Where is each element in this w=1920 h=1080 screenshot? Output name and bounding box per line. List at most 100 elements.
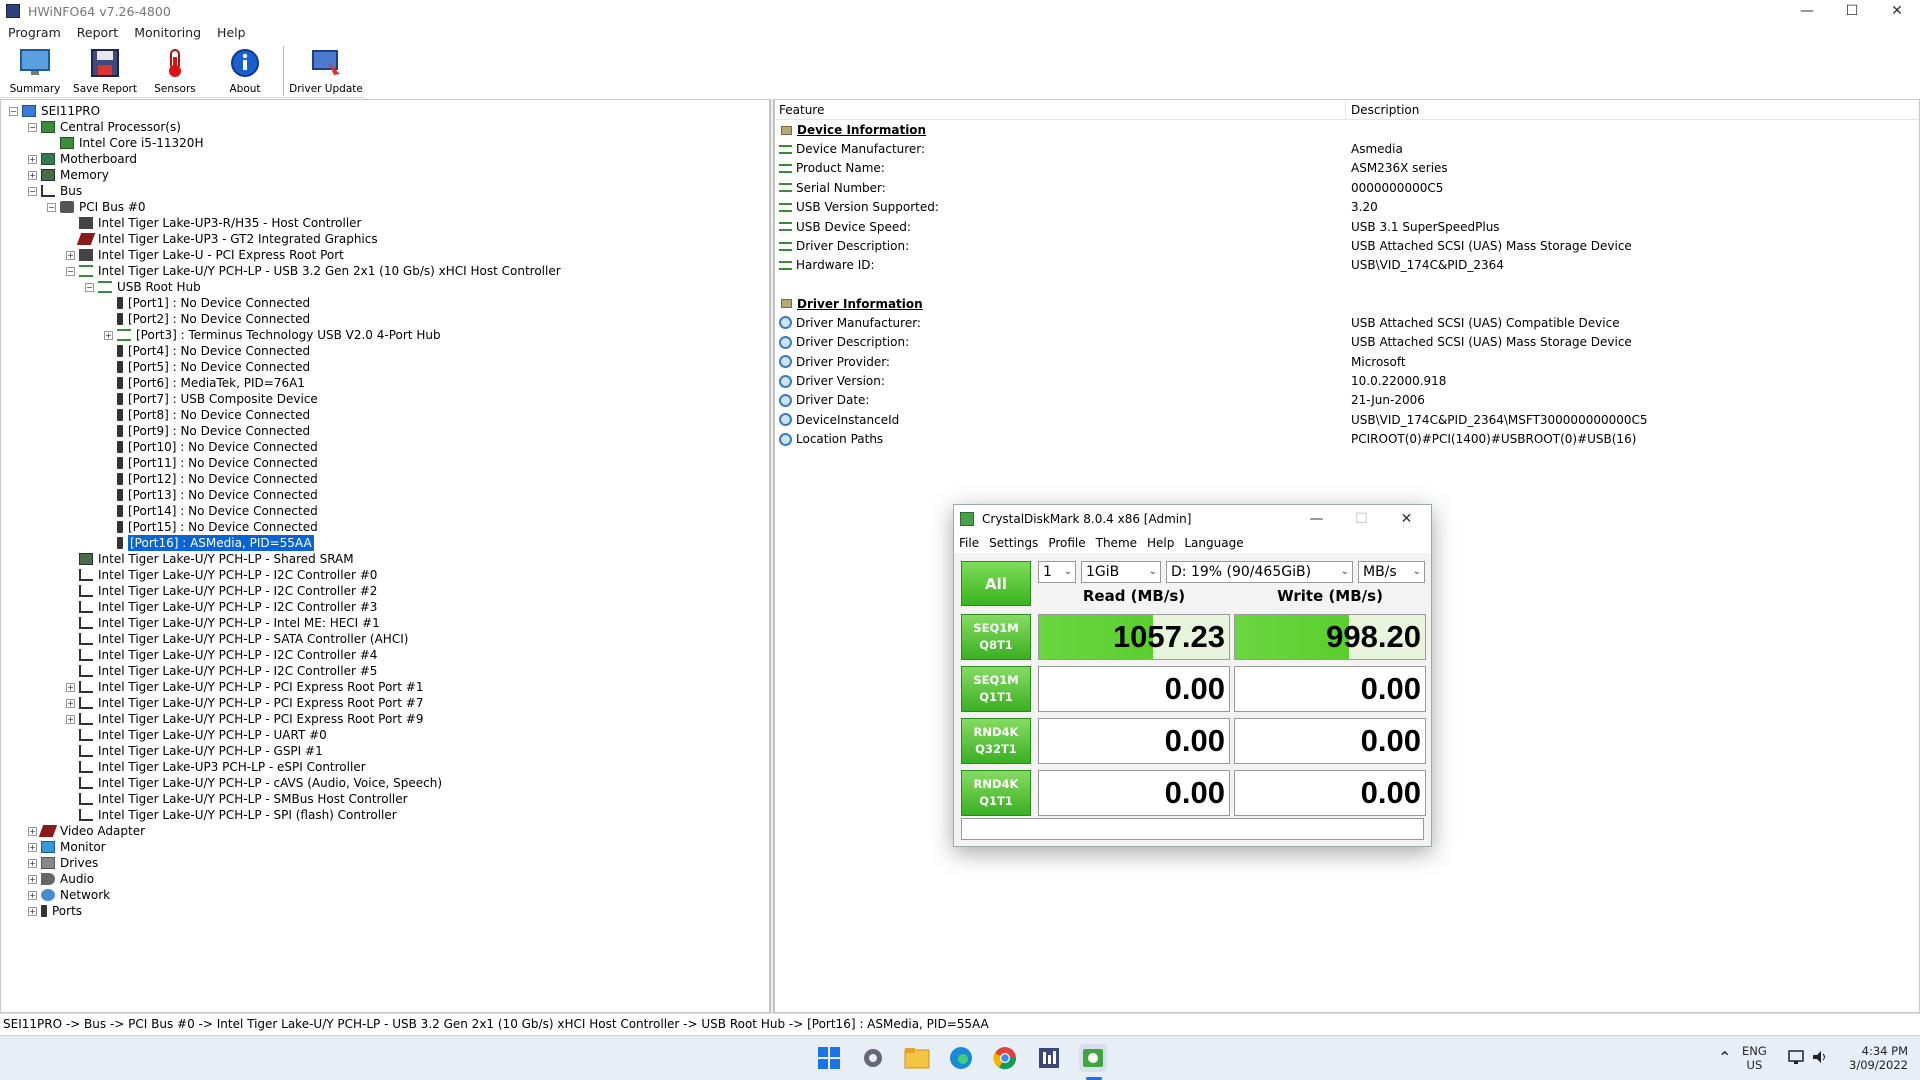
seq1m-q1t1-button[interactable]: SEQ1M Q1T1: [961, 666, 1031, 712]
speaker-icon[interactable]: [1811, 1049, 1829, 1068]
start-icon[interactable]: [815, 1044, 843, 1072]
tree-item-pch-device[interactable]: Intel Tiger Lake-U/Y PCH-LP - UART #0: [66, 727, 327, 743]
collapse-icon[interactable]: −: [85, 282, 94, 292]
chrome-browser-icon[interactable]: [991, 1044, 1019, 1072]
detail-row[interactable]: Driver Description: USB Attached SCSI (UA…: [775, 237, 1919, 255]
expand-icon[interactable]: +: [28, 826, 37, 836]
driver-update-button[interactable]: Driver Update: [287, 44, 365, 98]
expand-icon[interactable]: +: [28, 842, 37, 852]
tree-item-usb-root-hub[interactable]: − USB Root Hub: [85, 279, 201, 295]
tree-item-pci-bus[interactable]: − PCI Bus #0: [47, 199, 146, 215]
tree-item-audio[interactable]: + Audio: [28, 871, 94, 887]
detail-row[interactable]: DeviceInstanceId USB\VID_174C&PID_2364\MS…: [775, 411, 1919, 429]
tree-item-port-10[interactable]: [Port10] : No Device Connected: [104, 439, 318, 455]
close-button[interactable]: ✕: [1874, 0, 1920, 22]
drive-select[interactable]: D: 19% (90/465GiB) ⌄: [1166, 561, 1353, 583]
detail-row[interactable]: Location Paths PCIROOT(0)#PCI(1400)#USBRO…: [775, 430, 1919, 448]
cdm-maximize-button[interactable]: ☐: [1339, 505, 1384, 533]
expand-icon[interactable]: +: [66, 250, 75, 260]
detail-row[interactable]: Driver Date: 21-Jun-2006: [775, 391, 1919, 409]
rnd4k-q1t1-button[interactable]: RND4K Q1T1: [961, 770, 1031, 816]
menu-help[interactable]: Help: [209, 25, 254, 40]
all-button[interactable]: All: [961, 561, 1031, 606]
tree-item-port-11[interactable]: [Port11] : No Device Connected: [104, 455, 318, 471]
detail-row[interactable]: Serial Number: 0000000000C5: [775, 179, 1919, 197]
tree-item-port-12[interactable]: [Port12] : No Device Connected: [104, 471, 318, 487]
detail-row[interactable]: USB Device Speed: USB 3.1 SuperSpeedPlus: [775, 218, 1919, 236]
expand-icon[interactable]: +: [66, 698, 75, 708]
tree-item-pch-device[interactable]: Intel Tiger Lake-U/Y PCH-LP - I2C Contro…: [66, 663, 377, 679]
tree-item-port-1[interactable]: [Port1] : No Device Connected: [104, 295, 310, 311]
expand-icon[interactable]: +: [28, 890, 37, 900]
summary-button[interactable]: Summary: [0, 44, 70, 98]
minimize-button[interactable]: —: [1784, 0, 1830, 22]
test-size-select[interactable]: 1GiB ⌄: [1081, 561, 1161, 583]
tree-item-pch-device[interactable]: Intel Tiger Lake-U/Y PCH-LP - Shared SRA…: [66, 551, 354, 567]
tree-item-port-16[interactable]: [Port16] : ASMedia, PID=55AA: [104, 534, 315, 552]
tree-item-pch-device[interactable]: Intel Tiger Lake-U/Y PCH-LP - SPI (flash…: [66, 807, 397, 823]
tree-item-pch-device[interactable]: Intel Tiger Lake-U/Y PCH-LP - I2C Contro…: [66, 599, 377, 615]
tree-item-memory[interactable]: + Memory: [28, 167, 109, 183]
unit-select[interactable]: MB/s ⌄: [1358, 561, 1425, 583]
cdm-close-button[interactable]: ✕: [1384, 505, 1429, 533]
feature-column-header[interactable]: Feature: [779, 103, 824, 117]
detail-row[interactable]: Driver Manufacturer: USB Attached SCSI (U…: [775, 314, 1919, 332]
tree-item-pch-device[interactable]: Intel Tiger Lake-UP3 PCH-LP - eSPI Contr…: [66, 759, 366, 775]
collapse-icon[interactable]: −: [9, 106, 18, 116]
expand-icon[interactable]: +: [66, 714, 75, 724]
expand-icon[interactable]: +: [28, 858, 37, 868]
cdm-menu-file[interactable]: File: [954, 536, 984, 550]
expand-icon[interactable]: +: [28, 906, 37, 916]
test-count-select[interactable]: 1 ⌄: [1038, 561, 1076, 583]
expand-icon[interactable]: +: [28, 874, 37, 884]
tree-item-monitor[interactable]: + Monitor: [28, 839, 106, 855]
detail-row[interactable]: Driver Description: USB Attached SCSI (UA…: [775, 333, 1919, 351]
detail-row[interactable]: Product Name: ASM236X series: [775, 159, 1919, 177]
edge-browser-icon[interactable]: [947, 1044, 975, 1072]
tree-item-port-6[interactable]: [Port6] : MediaTek, PID=76A1: [104, 375, 305, 391]
cdm-minimize-button[interactable]: —: [1294, 505, 1339, 533]
tree-item-port-7[interactable]: [Port7] : USB Composite Device: [104, 391, 318, 407]
tree-item-pch-device[interactable]: + Intel Tiger Lake-U/Y PCH-LP - PCI Expre…: [66, 695, 423, 711]
tree-item-port-8[interactable]: [Port8] : No Device Connected: [104, 407, 310, 423]
about-button[interactable]: About: [210, 44, 280, 98]
tree-item-host-controller[interactable]: Intel Tiger Lake-UP3-R/H35 - Host Contro…: [66, 215, 361, 231]
tree-item-pcie-root[interactable]: + Intel Tiger Lake-U - PCI Express Root P…: [66, 247, 344, 263]
tree-item-port-14[interactable]: [Port14] : No Device Connected: [104, 503, 318, 519]
description-column-header[interactable]: Description: [1351, 103, 1419, 117]
tree-item-bus[interactable]: − Bus: [28, 183, 82, 199]
settings-gear-icon[interactable]: [859, 1044, 887, 1072]
tree-item-pch-device[interactable]: Intel Tiger Lake-U/Y PCH-LP - I2C Contro…: [66, 583, 377, 599]
sensors-button[interactable]: Sensors: [140, 44, 210, 98]
language-indicator[interactable]: ENG US: [1742, 1044, 1767, 1072]
tree-item-pch-device[interactable]: Intel Tiger Lake-U/Y PCH-LP - I2C Contro…: [66, 567, 377, 583]
tree-item-root[interactable]: − SEI11PRO: [9, 103, 100, 119]
cdm-menu-language[interactable]: Language: [1179, 536, 1248, 550]
network-icon[interactable]: [1787, 1049, 1805, 1068]
tree-item-port-9[interactable]: [Port9] : No Device Connected: [104, 423, 310, 439]
tree-item-pch-device[interactable]: Intel Tiger Lake-U/Y PCH-LP - I2C Contro…: [66, 647, 377, 663]
tree-item-pch-device[interactable]: + Intel Tiger Lake-U/Y PCH-LP - PCI Expre…: [66, 679, 423, 695]
hwinfo-taskbar-icon[interactable]: [1035, 1044, 1063, 1072]
expand-icon[interactable]: +: [28, 154, 37, 164]
tree-item-pch-device[interactable]: Intel Tiger Lake-U/Y PCH-LP - SMBus Host…: [66, 791, 408, 807]
crystaldiskmark-taskbar-icon[interactable]: [1079, 1044, 1107, 1072]
chevron-up-icon[interactable]: ⌃: [1718, 1048, 1731, 1067]
expand-icon[interactable]: +: [104, 330, 113, 340]
menu-report[interactable]: Report: [69, 25, 126, 40]
detail-row[interactable]: USB Version Supported: 3.20: [775, 198, 1919, 216]
tree-item-network[interactable]: + Network: [28, 887, 110, 903]
tree-item-cpu-group[interactable]: − Central Processor(s): [28, 119, 181, 135]
save-report-button[interactable]: Save Report: [70, 44, 140, 98]
menu-program[interactable]: Program: [0, 25, 69, 40]
column-divider[interactable]: [1345, 100, 1346, 120]
tree-item-video-adapter[interactable]: + Video Adapter: [28, 823, 145, 839]
maximize-button[interactable]: ☐: [1829, 0, 1875, 22]
tree-item-port-2[interactable]: [Port2] : No Device Connected: [104, 311, 310, 327]
collapse-icon[interactable]: −: [47, 202, 56, 212]
detail-row[interactable]: Driver Provider: Microsoft: [775, 353, 1919, 371]
comment-input[interactable]: [961, 818, 1424, 840]
detail-row[interactable]: Hardware ID: USB\VID_174C&PID_2364: [775, 256, 1919, 274]
expand-icon[interactable]: +: [28, 170, 37, 180]
menu-monitoring[interactable]: Monitoring: [126, 25, 209, 40]
